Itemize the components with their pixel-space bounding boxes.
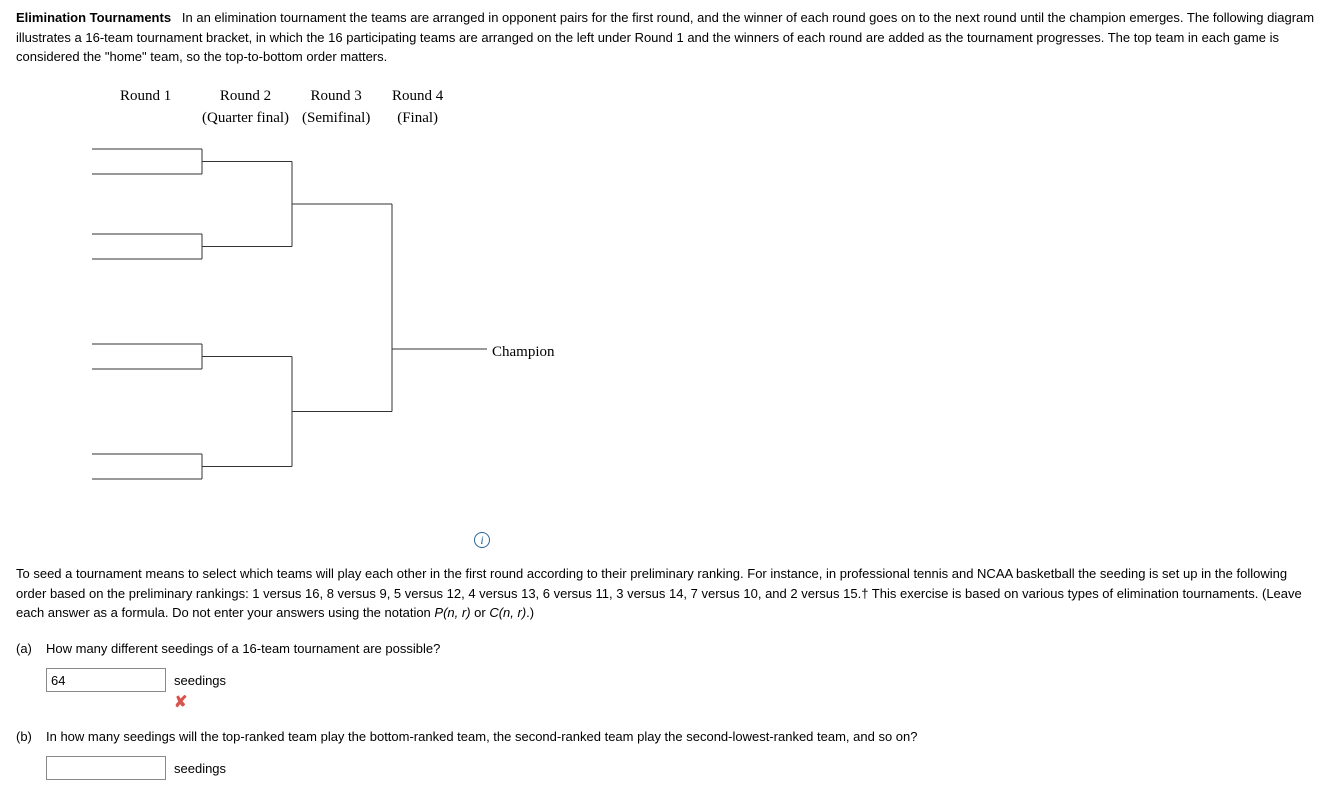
question-b: (b) In how many seedings will the top-ra… (16, 727, 1318, 781)
question-a-letter: (a) (16, 639, 46, 659)
question-a-units: seedings (174, 668, 226, 691)
question-b-units: seedings (174, 756, 226, 779)
intro-title: Elimination Tournaments (16, 10, 171, 25)
incorrect-icon: ✘ (174, 695, 187, 711)
question-b-input[interactable] (46, 756, 166, 780)
tournament-bracket: Round 1 Round 2 (Quarter final) Round 3 … (92, 79, 652, 539)
question-a-text: How many different seedings of a 16-team… (46, 639, 1318, 659)
bracket-diagram (92, 79, 652, 539)
question-b-text: In how many seedings will the top-ranked… (46, 727, 1318, 747)
intro-paragraph: Elimination Tournaments In an eliminatio… (16, 8, 1318, 67)
question-b-letter: (b) (16, 727, 46, 747)
seeding-paragraph: To seed a tournament means to select whi… (16, 564, 1318, 623)
intro-text: In an elimination tournament the teams a… (16, 10, 1314, 64)
question-a: (a) How many different seedings of a 16-… (16, 639, 1318, 711)
question-a-input[interactable] (46, 668, 166, 692)
